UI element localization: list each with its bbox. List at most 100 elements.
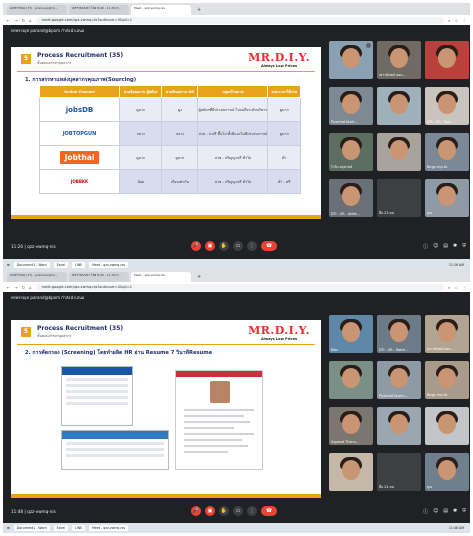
browser-tab[interactable]: เอกสารของ (77) - pramuan@m...: [7, 272, 67, 282]
back-icon[interactable]: ←: [7, 18, 10, 23]
participant-grid: เสาวลักษณ์ หอม... Piyachat Nuch... DTI -…: [329, 41, 470, 223]
address-bar-row: ← → ↻ ⌂ meet.google.com/qzz-vwmq-nis?aut…: [3, 282, 470, 292]
mic-off-button[interactable]: 🎤: [191, 241, 201, 251]
mic-off-button[interactable]: 🎤: [191, 506, 201, 516]
table-header-row: Online Channel ค่าผลิตผลงาน ผู้สมัคร ค่า…: [39, 85, 301, 98]
participant-tile[interactable]: DTI - UR - Ratc...: [425, 87, 469, 125]
activities-icon[interactable]: ✱: [453, 508, 457, 515]
participant-tile[interactable]: [377, 87, 421, 125]
resume-document: [175, 370, 263, 470]
participant-tile[interactable]: Piyachat Nuch...: [329, 87, 373, 125]
present-button[interactable]: ▭: [233, 241, 243, 251]
star-icon[interactable]: ☆: [454, 285, 458, 290]
participant-tile[interactable]: [377, 407, 421, 445]
reload-icon[interactable]: ↻: [22, 18, 25, 23]
present-button[interactable]: ▭: [233, 506, 243, 516]
more-options-button[interactable]: ⋮: [247, 506, 257, 516]
participant-tile[interactable]: Supasat Thanu...: [329, 407, 373, 445]
security-icon[interactable]: ⛨: [462, 508, 466, 515]
browser-tab[interactable]: เอกสารของ (77) - pramuan@m...: [7, 5, 67, 15]
new-tab-icon[interactable]: +: [193, 5, 205, 15]
url-field[interactable]: meet.google.com/qzz-vwmq-nis?authuser=0&…: [35, 16, 445, 24]
security-icon[interactable]: ⛨: [462, 243, 466, 250]
start-icon[interactable]: ⊞: [7, 263, 10, 267]
jobthai-logo: Jobthai: [39, 145, 120, 170]
others-tile[interactable]: อื่น 24 คน: [377, 453, 421, 491]
divider: [17, 71, 315, 72]
shared-slide: 5 Process Recruitment (35) ขั้นตอนสรรหาบ…: [11, 47, 321, 219]
participant-tile[interactable]: [329, 361, 373, 399]
applicant-list-screenshot: [61, 430, 169, 470]
browser-tab-active[interactable]: Meet - qzz-vwmq-nis: [131, 272, 191, 282]
people-icon[interactable]: ☺: [433, 243, 438, 250]
new-tab-icon[interactable]: +: [193, 272, 205, 282]
table-row: Jobthai ดูมาก ดูมาก ปวช - ปริญญาตรี ทั่ว…: [39, 145, 301, 170]
participant-tile[interactable]: เสาวลักษณ์ หอม...: [377, 41, 421, 79]
taskbar-item[interactable]: Document1 - Word: [13, 525, 50, 531]
menu-icon[interactable]: ⋮: [462, 18, 466, 23]
channel-table: Online Channel ค่าผลิตผลงาน ผู้สมัคร ค่า…: [39, 85, 301, 194]
browser-tab-active[interactable]: Meet - qzz-vwmq-nis: [131, 5, 191, 15]
camera-off-button[interactable]: ▣: [205, 506, 215, 516]
taskbar-item[interactable]: LINE: [72, 261, 86, 268]
others-tile[interactable]: อื่น 23 คน: [377, 179, 421, 217]
participant-tile[interactable]: DTI - UR - Ratch...: [377, 315, 421, 353]
people-icon[interactable]: ☺: [433, 508, 438, 515]
participant-tile[interactable]: Piyachat Nuchu...: [377, 361, 421, 399]
participant-tile[interactable]: DTI - UR - Aklek...: [329, 179, 373, 217]
participant-tile[interactable]: [329, 453, 373, 491]
chat-icon[interactable]: ▤: [443, 508, 448, 515]
participant-tile[interactable]: ไวโบ-คฤหาสน์: [329, 133, 373, 171]
column-header: Online Channel: [39, 85, 120, 98]
participant-tile[interactable]: [329, 41, 373, 79]
divider: [17, 344, 315, 345]
participant-tile[interactable]: [425, 41, 469, 79]
more-options-button[interactable]: ⋮: [247, 241, 257, 251]
slide-heading: 2. การคัดกรอง (Screening) โดยทำผลิต HR อ…: [25, 350, 213, 356]
camera-off-button[interactable]: ▣: [205, 241, 215, 251]
url-field[interactable]: meet.google.com/qzz-vwmq-nis?authuser=0&…: [35, 283, 445, 291]
chat-icon[interactable]: ▤: [443, 243, 448, 250]
participant-tile[interactable]: Bibz: [329, 315, 373, 353]
start-icon[interactable]: ⊞: [7, 526, 10, 530]
taskbar-item[interactable]: LINE: [72, 525, 86, 531]
forward-icon[interactable]: →: [14, 18, 17, 23]
taskbar-item[interactable]: Meet - qzz-vwmq-nis: [89, 261, 129, 268]
taskbar-item[interactable]: Excel: [53, 525, 69, 531]
taskbar-item[interactable]: Document1 - Word: [13, 261, 50, 268]
jobbkk-logo: JOBBKK: [39, 169, 120, 194]
taskbar-item[interactable]: Meet - qzz-vwmq-nis: [89, 525, 129, 531]
browser-tab[interactable]: WFF BAIVR? ไทย 8.00 - 11:30 ก...: [69, 5, 129, 15]
menu-icon[interactable]: ⋮: [462, 285, 466, 290]
shared-slide: 5 Process Recruitment (35) ขั้นตอนสรรหาบ…: [11, 320, 321, 498]
participant-tile[interactable]: [425, 407, 469, 445]
taskbar-clock: 11:48 AM: [448, 526, 464, 530]
leave-call-button[interactable]: ☎: [261, 241, 277, 251]
info-icon[interactable]: ⓘ: [423, 243, 428, 250]
participant-tile[interactable]: เสาวลักษณ์ หอม...: [425, 315, 469, 353]
home-icon[interactable]: ⌂: [29, 285, 32, 290]
browser-tab[interactable]: WFF BAIVR? ไทย 8.00 - 11:30 ก...: [69, 272, 129, 282]
table-cell: กลาง: [161, 121, 199, 146]
home-icon[interactable]: ⌂: [29, 18, 32, 23]
table-cell: กลาง: [118, 121, 163, 146]
back-icon[interactable]: ←: [7, 285, 10, 290]
participant-tile[interactable]: พิมพูล สกุล ดัง: [425, 133, 469, 171]
raise-hand-button[interactable]: ✋: [219, 241, 229, 251]
raise-hand-button[interactable]: ✋: [219, 506, 229, 516]
self-tile[interactable]: คุณ: [425, 179, 469, 217]
activities-icon[interactable]: ✱: [453, 243, 457, 250]
star-icon[interactable]: ☆: [454, 18, 458, 23]
self-tile[interactable]: คุณ: [425, 453, 469, 491]
participant-tile[interactable]: [377, 133, 421, 171]
info-icon[interactable]: ⓘ: [423, 508, 428, 515]
slide-number: 5: [21, 327, 31, 337]
search-icon[interactable]: ⌕: [448, 285, 450, 290]
reload-icon[interactable]: ↻: [22, 285, 25, 290]
search-icon[interactable]: ⌕: [448, 18, 450, 23]
table-cell: ดูมาก: [118, 145, 163, 170]
leave-call-button[interactable]: ☎: [261, 506, 277, 516]
taskbar-item[interactable]: Excel: [53, 261, 69, 268]
participant-tile[interactable]: พิมพูล สกุล ดัง: [425, 361, 469, 399]
forward-icon[interactable]: →: [14, 285, 17, 290]
